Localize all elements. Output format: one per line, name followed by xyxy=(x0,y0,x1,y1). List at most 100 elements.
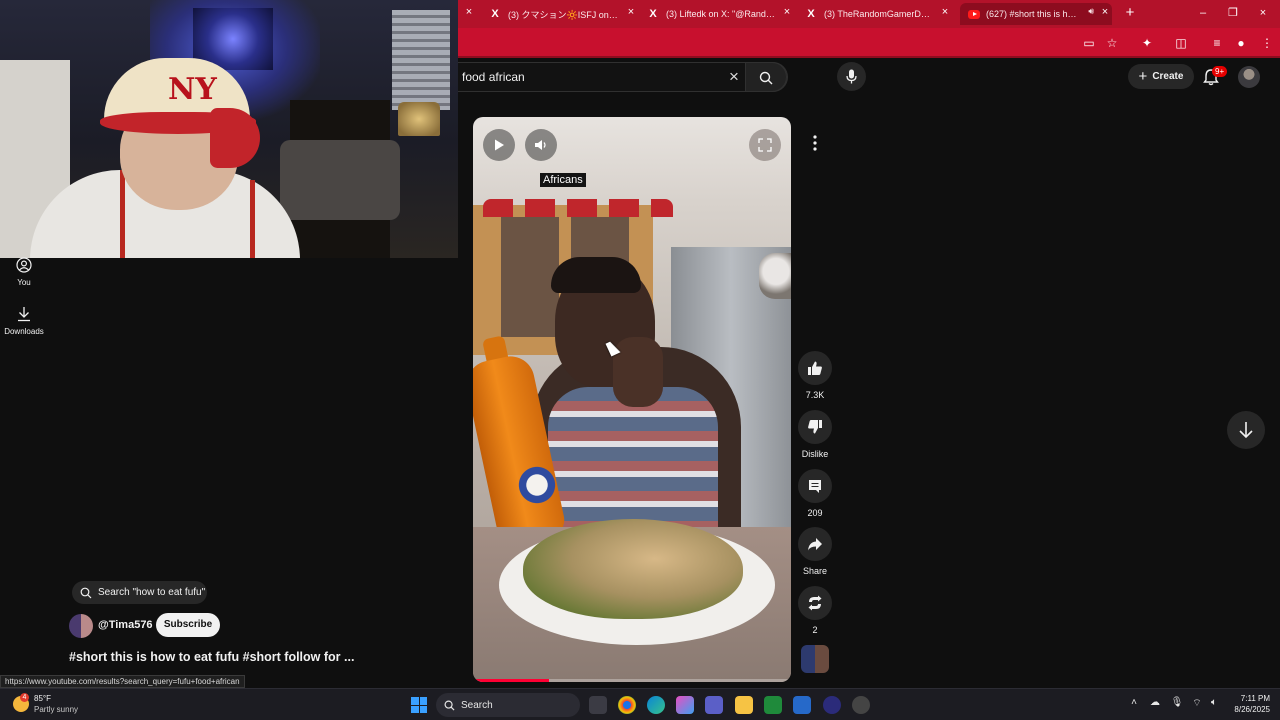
tab-x-post-3[interactable]: X (3) TheRandomGamerDude on × xyxy=(804,3,952,25)
edge-icon[interactable] xyxy=(647,696,665,714)
tab-title: (3) TheRandomGamerDude on xyxy=(824,9,934,19)
close-icon[interactable]: × xyxy=(780,6,794,22)
youtube-search-box[interactable]: food african × xyxy=(458,62,788,92)
close-icon[interactable]: × xyxy=(624,6,638,22)
browser-tab-bar: × X (3) クマション🔆ISFJ on X: "I can × X (3) … xyxy=(458,0,1280,28)
like-count: 7.3K xyxy=(805,390,825,400)
search-input[interactable]: food african xyxy=(462,70,525,84)
like-button-circle[interactable] xyxy=(798,351,832,385)
minimize-button[interactable]: – xyxy=(1188,4,1218,22)
channel-avatar[interactable] xyxy=(69,614,93,638)
microphone-icon[interactable]: 🎙︎ xyxy=(1170,697,1184,708)
menu-kebab-icon[interactable]: ⋮ xyxy=(1258,34,1276,52)
tab-x-post-1[interactable]: X (3) クマション🔆ISFJ on X: "I can × xyxy=(488,3,638,25)
file-explorer-icon[interactable] xyxy=(735,696,753,714)
create-label: Create xyxy=(1152,71,1184,82)
next-video-button[interactable] xyxy=(1227,411,1265,449)
start-button[interactable] xyxy=(411,697,427,713)
account-avatar[interactable] xyxy=(1238,66,1260,88)
volume-icon[interactable]: 🔈︎ xyxy=(1207,697,1221,708)
copilot-icon[interactable] xyxy=(676,696,694,714)
video-caption-text: Africans xyxy=(540,173,586,187)
suggested-search-chip[interactable]: Search "how to eat fufu" xyxy=(72,581,207,604)
create-button[interactable]: + Create xyxy=(1128,64,1194,89)
video-scene-hair xyxy=(551,257,641,293)
subscribe-button[interactable]: Subscribe xyxy=(156,613,220,637)
task-view-icon[interactable] xyxy=(589,696,607,714)
video-progress-bar[interactable] xyxy=(473,679,791,682)
clear-search-icon[interactable]: × xyxy=(725,67,743,87)
clock-time: 7:11 PM xyxy=(1240,694,1270,703)
shorts-video-player[interactable]: Africans xyxy=(473,117,791,682)
weather-description[interactable]: Partly sunny xyxy=(34,705,78,714)
weather-temperature[interactable]: 85°F xyxy=(34,694,51,703)
new-tab-button[interactable]: + xyxy=(1122,4,1138,22)
share-label: Share xyxy=(802,566,828,576)
video-scene-fufu xyxy=(523,519,743,619)
download-icon xyxy=(18,307,30,322)
status-bar-url: https://www.youtube.com/results?search_q… xyxy=(0,675,245,688)
close-icon[interactable]: × xyxy=(1098,6,1112,22)
close-icon[interactable]: × xyxy=(462,6,476,22)
play-icon xyxy=(495,139,504,151)
plus-icon: + xyxy=(1138,68,1148,85)
channel-name[interactable]: @Tima576 xyxy=(98,619,153,631)
dislike-label: Dislike xyxy=(801,449,829,459)
xbox-icon[interactable] xyxy=(764,696,782,714)
voice-search-button[interactable] xyxy=(837,62,866,91)
cast-icon[interactable]: ▭ xyxy=(1080,34,1098,52)
volume-button[interactable] xyxy=(525,129,557,161)
bookmark-star-icon[interactable]: ☆ xyxy=(1103,34,1121,52)
video-scene-hand xyxy=(613,337,663,407)
comments-button-circle[interactable] xyxy=(798,469,832,503)
dislike-button-circle[interactable] xyxy=(798,410,832,444)
thumbs-down-icon xyxy=(808,420,822,434)
maximize-button[interactable]: ❐ xyxy=(1218,4,1248,22)
video-scene-cabinet-door xyxy=(501,217,559,337)
reading-view-icon[interactable]: ◫ xyxy=(1172,34,1190,52)
tab-title: (3) Liftedk on X: "@RandomGa xyxy=(666,9,776,19)
system-clock[interactable]: 7:11 PM 8/26/2025 xyxy=(1226,693,1270,715)
media-control-icon[interactable]: ≡ xyxy=(1208,34,1226,52)
cloud-icon[interactable]: ☁ xyxy=(1148,697,1162,708)
remix-button-circle[interactable] xyxy=(798,586,832,620)
share-button-circle[interactable] xyxy=(798,527,832,561)
comments-button[interactable]: 209 xyxy=(795,469,835,518)
dislike-button[interactable]: Dislike xyxy=(795,410,835,459)
windows-taskbar: 4 85°F Partly sunny Search ˄ ☁ 🎙︎ ⌔ 🔈︎ 7… xyxy=(0,688,1280,720)
remix-button[interactable]: 2 xyxy=(795,586,835,635)
taskbar-search[interactable]: Search xyxy=(436,693,580,717)
search-button[interactable] xyxy=(745,62,787,92)
profile-icon[interactable]: ● xyxy=(1232,34,1250,52)
chrome-icon[interactable] xyxy=(618,696,636,714)
tab-close-button-prev[interactable]: × xyxy=(462,3,476,25)
like-button[interactable]: 7.3K xyxy=(795,351,835,400)
fullscreen-button[interactable] xyxy=(749,129,781,161)
comment-count: 209 xyxy=(807,508,823,518)
search-icon xyxy=(80,587,92,598)
obs-icon[interactable] xyxy=(852,696,870,714)
video-title[interactable]: #short this is how to eat fufu #short fo… xyxy=(69,650,354,664)
wifi-icon[interactable]: ⌔ xyxy=(1190,697,1204,710)
sound-thumbnail[interactable] xyxy=(801,645,829,673)
chevron-up-icon[interactable]: ˄ xyxy=(1127,697,1141,708)
speaker-icon[interactable]: 🔊︎ xyxy=(1088,6,1094,17)
video-scene-bottle-label xyxy=(517,463,557,507)
app-circle-icon[interactable] xyxy=(823,696,841,714)
teams-icon[interactable] xyxy=(705,696,723,714)
suggested-search-label: Search "how to eat fufu" xyxy=(98,587,206,598)
window-close-button[interactable]: × xyxy=(1248,4,1278,22)
tab-x-post-2[interactable]: X (3) Liftedk on X: "@RandomGa × xyxy=(646,3,794,25)
weather-alert-badge: 4 xyxy=(20,693,29,702)
sidebar-item-downloads[interactable]: Downloads xyxy=(0,306,48,336)
play-button[interactable] xyxy=(483,129,515,161)
microsoft-store-icon[interactable] xyxy=(793,696,811,714)
more-options-icon[interactable] xyxy=(803,131,827,155)
extensions-icon[interactable]: ✦ xyxy=(1138,34,1156,52)
share-button[interactable]: Share xyxy=(795,527,835,576)
sidebar-item-you[interactable]: You xyxy=(0,257,48,287)
remix-icon xyxy=(808,595,822,611)
share-icon xyxy=(808,538,822,551)
close-icon[interactable]: × xyxy=(938,6,952,22)
tab-youtube-short[interactable]: (627) #short this is how to e 🔊︎ × xyxy=(960,3,1112,25)
